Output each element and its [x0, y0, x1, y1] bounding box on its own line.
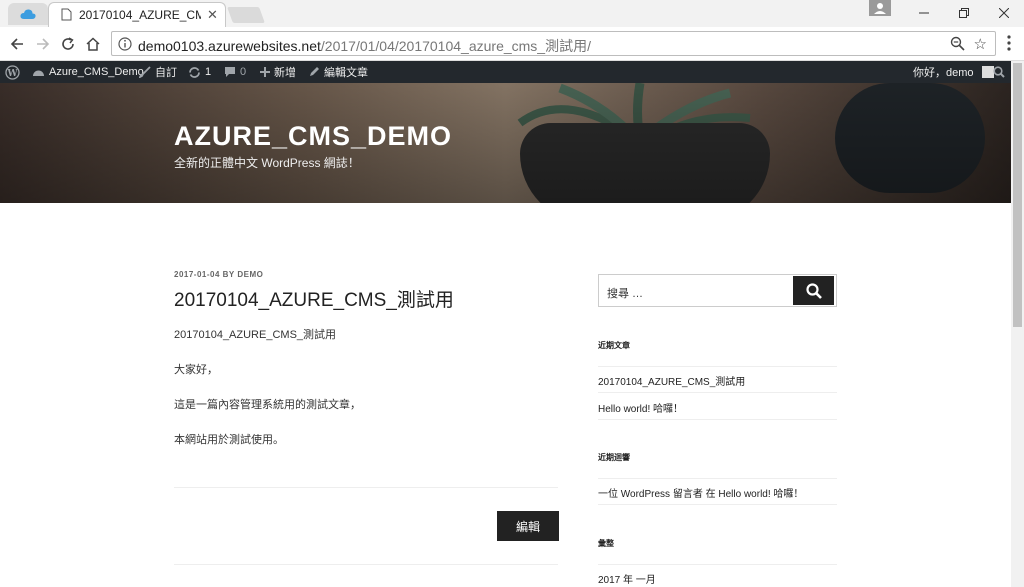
- window-controls: [904, 0, 1024, 26]
- site-title[interactable]: AZURE_CMS_DEMO: [174, 121, 452, 152]
- archive-link[interactable]: 2017 年 一月: [598, 571, 656, 586]
- divider: [174, 564, 558, 565]
- archives-title: 彙整: [598, 539, 614, 548]
- plus-icon: [260, 67, 270, 77]
- back-arrow-icon[interactable]: [6, 33, 28, 55]
- divider: [598, 478, 837, 479]
- site-name-link[interactable]: Azure_CMS_Demo: [32, 61, 144, 83]
- updates-icon: [189, 66, 200, 78]
- divider: [598, 366, 837, 367]
- new-tab-button[interactable]: [227, 7, 265, 23]
- search-form: 搜尋 …: [598, 274, 837, 307]
- home-icon[interactable]: [82, 33, 104, 55]
- minimize-icon[interactable]: [904, 0, 944, 26]
- search-submit-button[interactable]: [793, 276, 834, 305]
- url-text: demo0103.azurewebsites.net/2017/01/04/20…: [138, 36, 591, 56]
- zoom-icon[interactable]: [950, 36, 965, 51]
- comments-count: 0: [240, 66, 247, 78]
- divider: [598, 419, 837, 420]
- pencil-icon: [310, 67, 319, 76]
- divider: [598, 564, 837, 565]
- page-scrollbar[interactable]: [1011, 61, 1024, 587]
- post-meta-by: BY: [222, 270, 235, 279]
- svg-text:W: W: [6, 69, 18, 79]
- search-input[interactable]: 搜尋 …: [607, 285, 643, 301]
- profile-icon[interactable]: [869, 0, 891, 16]
- tab-title: 20170104_AZURE_CMS: [79, 8, 201, 22]
- close-window-icon[interactable]: [984, 0, 1024, 26]
- post-paragraph: 本網站用於測試使用。: [174, 434, 284, 446]
- scrollbar-thumb[interactable]: [1013, 63, 1022, 327]
- new-label: 新增: [274, 67, 296, 79]
- wp-admin-bar: W Azure_CMS_Demo 自訂 1 0 新增 編輯文章 你好，demo: [0, 61, 1011, 83]
- greeting-text: 你好，demo: [913, 67, 974, 79]
- active-tab[interactable]: 20170104_AZURE_CMS ✕: [48, 2, 226, 27]
- edit-button[interactable]: 編輯: [497, 511, 559, 541]
- comments-link[interactable]: 0: [224, 61, 246, 83]
- recent-comments-title: 近期迴響: [598, 453, 630, 462]
- url-path: /2017/01/04/20170104_azure_cms_測試用/: [320, 38, 591, 54]
- post-meta: 2017-01-04 BY DEMO: [174, 270, 263, 279]
- post-paragraph: 大家好，: [174, 364, 218, 376]
- my-account-link[interactable]: 你好，demo: [913, 61, 994, 83]
- pinned-tab[interactable]: [8, 3, 48, 25]
- post-title: 20170104_AZURE_CMS_測試用: [174, 290, 454, 311]
- post-paragraph: 這是一篇內容管理系統用的測試文章，: [174, 399, 361, 411]
- recent-comment-link[interactable]: 一位 WordPress 留言者 在 Hello world! 哈囉！: [598, 485, 803, 500]
- recent-post-link[interactable]: 20170104_AZURE_CMS_測試用: [598, 373, 745, 388]
- edit-post-label: 編輯文章: [324, 67, 368, 79]
- forward-arrow-icon[interactable]: [32, 33, 54, 55]
- bookmark-star-icon[interactable]: ☆: [974, 35, 987, 53]
- close-tab-icon[interactable]: ✕: [207, 7, 218, 23]
- address-bar[interactable]: demo0103.azurewebsites.net/2017/01/04/20…: [111, 31, 996, 56]
- info-icon[interactable]: [118, 37, 132, 51]
- browser-toolbar: demo0103.azurewebsites.net/2017/01/04/20…: [0, 27, 1024, 61]
- cloud-icon: [20, 9, 36, 19]
- customize-label: 自訂: [155, 67, 177, 79]
- reload-icon[interactable]: [57, 33, 79, 55]
- avatar: [981, 66, 994, 78]
- new-content-link[interactable]: 新增: [260, 61, 296, 83]
- search-icon[interactable]: [993, 61, 1005, 83]
- updates-link[interactable]: 1: [188, 61, 211, 83]
- brush-icon: [139, 66, 151, 78]
- wordpress-logo-icon[interactable]: W: [5, 61, 20, 83]
- browser-tab-strip: 20170104_AZURE_CMS ✕: [0, 0, 1024, 27]
- menu-dots-icon[interactable]: [1006, 35, 1012, 51]
- divider: [598, 392, 837, 393]
- divider: [598, 504, 837, 505]
- url-host: demo0103.azurewebsites.net: [138, 38, 321, 54]
- post-date[interactable]: 2017-01-04: [174, 270, 220, 279]
- recent-posts-title: 近期文章: [598, 341, 630, 350]
- recent-post-link[interactable]: Hello world! 哈囉！: [598, 400, 683, 415]
- document-icon: [61, 8, 72, 21]
- site-name: Azure_CMS_Demo: [49, 66, 144, 78]
- restore-icon[interactable]: [944, 0, 984, 26]
- comment-icon: [225, 67, 235, 77]
- dashboard-icon: [33, 70, 44, 76]
- search-icon: [805, 282, 822, 299]
- customize-link[interactable]: 自訂: [139, 61, 177, 83]
- divider: [174, 487, 558, 488]
- post-paragraph: 20170104_AZURE_CMS_測試用: [174, 329, 337, 341]
- post-author[interactable]: DEMO: [237, 270, 263, 279]
- updates-count: 1: [205, 66, 212, 78]
- site-description: 全新的正體中文 WordPress 網誌！: [174, 156, 360, 170]
- edit-post-link[interactable]: 編輯文章: [308, 61, 368, 83]
- custom-header: AZURE_CMS_DEMO 全新的正體中文 WordPress 網誌！: [0, 83, 1011, 203]
